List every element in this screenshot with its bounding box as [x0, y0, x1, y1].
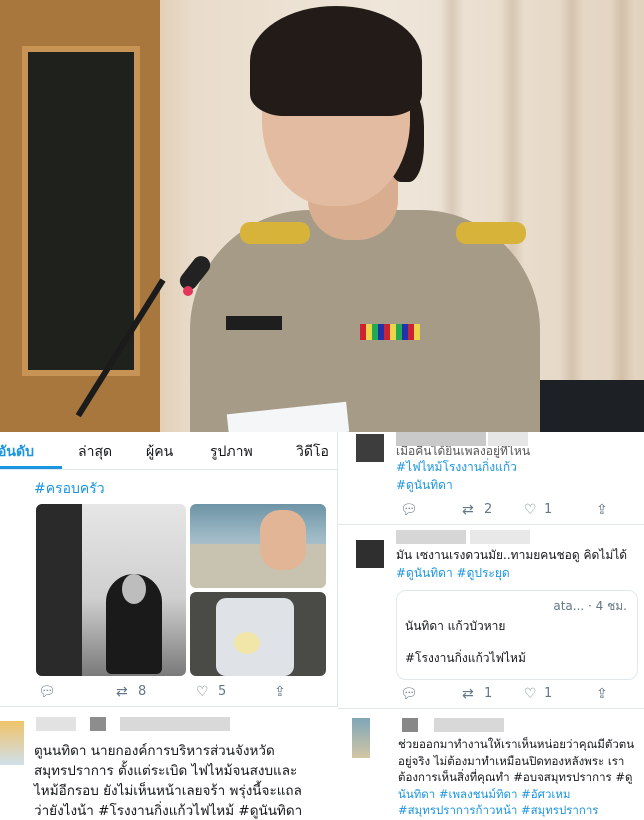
epaulette	[456, 222, 526, 244]
like-count: 1	[544, 502, 553, 517]
retweet-icon[interactable]: ⇄	[116, 684, 128, 700]
tab-latest[interactable]: ล่าสุด	[78, 441, 112, 463]
hashtag-link[interactable]: #ดูนันทิดา #ดูประยุด	[396, 564, 627, 582]
avatar[interactable]	[352, 718, 370, 758]
tweet-text-line: ไหม้อีกรอบ ยังไม่เห็นหน้าเลยจร้า พรุ่งนี…	[34, 783, 302, 799]
tweet-photo[interactable]	[190, 504, 326, 588]
photo-face	[122, 574, 146, 604]
like-count: 5	[218, 684, 227, 699]
search-results-panel: อันดับ ล่าสุด ผู้คน รูปภาพ วิดีโอ #ครอบค…	[0, 432, 338, 706]
avatar[interactable]	[356, 540, 384, 568]
blurred-username	[396, 432, 486, 446]
quote-hashtag: #โรงงานกิ่งแก้วไฟไหม้	[405, 651, 526, 665]
avatar[interactable]	[0, 721, 24, 765]
epaulette	[240, 222, 310, 244]
tweet-actions: 💬︎ ⇄ 8 ♡ 5 ⇪	[38, 684, 298, 702]
quote-text: นันทิดา แก้วบัวหาย	[405, 619, 506, 633]
retweet-count: 1	[484, 686, 493, 701]
microphone-light	[183, 286, 193, 296]
tweet-text-line: ช่วยออกมาทำงานให้เราเห็นหน่อยว่าคุณมีตัว…	[398, 737, 635, 751]
tweet-card: ตูนนทิดา นายกองค์การบริหารส่วนจังหวัด สม…	[0, 706, 338, 820]
tweet-text: มัน เซงานเรงดวนมัย..ทามยคนชอดู คิดไม่ได้…	[396, 546, 627, 582]
curtain-fold	[610, 0, 634, 432]
like-count: 1	[544, 686, 553, 701]
blurred-handle	[470, 530, 530, 544]
share-icon[interactable]: ⇪	[274, 684, 286, 700]
curtain-fold	[560, 0, 584, 432]
news-photo	[0, 0, 644, 432]
tweet-text-line: ต้องการเห็นสิ่งที่คุณทำ #อบจสมุทรปราการ …	[398, 770, 633, 784]
hashtag-link[interactable]: #ไฟไหม้โรงงานกิ่งแก้ว	[396, 458, 530, 476]
tweet-text-line: สมุทรปราการ ตั้งแต่ระเบิด ไฟไหม้จนสงบและ	[34, 763, 298, 779]
photo-hand	[260, 510, 306, 570]
cabinet-glass	[22, 46, 140, 376]
tweets-column: เมื่อคืนได้ยินเพลงอยู่ที่ไหน #ไฟไหม้โรงง…	[338, 432, 644, 820]
tab-videos[interactable]: วิดีโอ	[296, 441, 329, 463]
chair	[524, 380, 644, 432]
divider	[338, 524, 644, 525]
quote-timestamp: ata... · 4 ชม.	[553, 599, 627, 613]
ribbon-bar	[360, 324, 420, 340]
tab-top[interactable]: อันดับ	[0, 441, 34, 463]
blurred-username	[396, 530, 466, 544]
tweet-text-line: อยู่จริง ไม่ต้องมาทำเหมือนปิดทองหลังพระ …	[398, 753, 625, 768]
hashtag-link[interactable]: #สมุทรปราการก้าวหน้า #สมุทรปราการ	[398, 802, 634, 819]
blurred-handle	[120, 717, 230, 731]
hashtag-link[interactable]: #ดูนันทิดา	[396, 476, 530, 494]
tweet-text: ช่วยออกมาทำงานให้เราเห็นหน่อยว่าคุณมีตัว…	[398, 736, 634, 819]
search-tabs: อันดับ ล่าสุด ผู้คน รูปภาพ วิดีโอ	[0, 432, 337, 470]
retweet-count: 2	[484, 502, 493, 517]
tweet-actions: 💬︎ ⇄ 2 ♡ 1 ⇪	[400, 502, 640, 520]
retweet-icon[interactable]: ⇄	[462, 686, 474, 702]
blurred-handle	[488, 432, 528, 446]
tweet-text: เมื่อคืนได้ยินเพลงอยู่ที่ไหน #ไฟไหม้โรงง…	[396, 446, 530, 494]
nameplate	[226, 316, 282, 330]
tweet-text: ตูนนทิดา นายกองค์การบริหารส่วนจังหวัด สม…	[34, 741, 302, 820]
photo-rock	[36, 504, 82, 676]
tweet-actions: 💬︎ ⇄ 1 ♡ 1 ⇪	[400, 686, 640, 704]
blurred-username	[36, 717, 76, 731]
hair	[250, 6, 422, 116]
tab-photos[interactable]: รูปภาพ	[210, 441, 253, 463]
active-tab-indicator	[0, 466, 62, 469]
quoted-tweet[interactable]: ata... · 4 ชม. นันทิดา แก้วบัวหาย #โรงงา…	[396, 590, 638, 680]
blurred-username	[90, 717, 106, 731]
tweet-text-line: มัน เซงานเรงดวนมัย..ทามยคนชอดู คิดไม่ได้	[396, 548, 628, 562]
reply-icon[interactable]: 💬︎	[38, 684, 56, 700]
hashtag-link[interactable]: นันทิดา #เพลงชนม์ทิดา #อัศวเหม	[398, 786, 634, 803]
like-icon[interactable]: ♡	[524, 502, 537, 518]
like-icon[interactable]: ♡	[524, 686, 537, 702]
tweet-text-partial: เมื่อคืนได้ยินเพลงอยู่ที่ไหน	[396, 446, 531, 458]
blurred-handle	[434, 718, 504, 732]
tweet-photo[interactable]	[36, 504, 186, 676]
blurred-username	[402, 718, 418, 732]
share-icon[interactable]: ⇪	[596, 502, 608, 518]
photo-flower	[234, 632, 260, 654]
tweet-photo[interactable]	[190, 592, 326, 676]
reply-icon[interactable]: 💬︎	[400, 502, 418, 518]
avatar[interactable]	[356, 434, 384, 462]
tweet-text-line: ว่ายังไงน้า #โรงงานกิ่งแก้วไฟไหม้ #ดูนัน…	[34, 803, 303, 819]
retweet-icon[interactable]: ⇄	[462, 502, 474, 518]
like-icon[interactable]: ♡	[196, 684, 209, 700]
divider	[338, 708, 644, 709]
retweet-count: 8	[138, 684, 147, 699]
tweet-text-line: ตูนนทิดา นายกองค์การบริหารส่วนจังหวัด	[34, 743, 275, 759]
tab-people[interactable]: ผู้คน	[146, 441, 173, 463]
share-icon[interactable]: ⇪	[596, 686, 608, 702]
hashtag-link[interactable]: #ครอบครัว	[34, 478, 105, 500]
reply-icon[interactable]: 💬︎	[400, 686, 418, 702]
